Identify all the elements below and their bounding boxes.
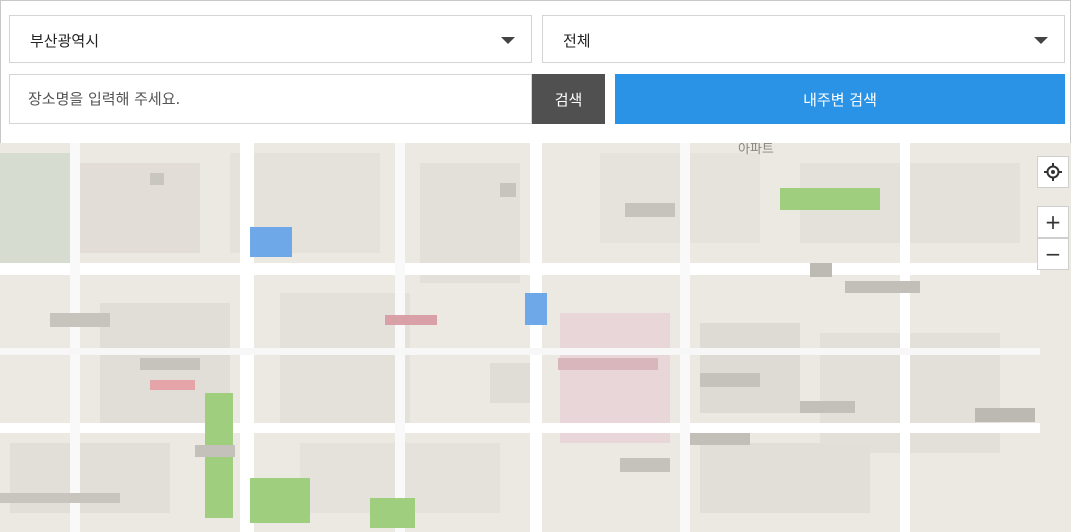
nearby-search-button[interactable]: 내주변 검색 [615, 74, 1065, 124]
map-view[interactable]: 아파트 [0, 143, 1071, 532]
zoom-out-button[interactable]: − [1037, 238, 1069, 270]
zoom-in-button[interactable]: + [1037, 206, 1069, 238]
district-select-value: 전체 [563, 32, 591, 50]
region-select-value: 부산광역시 [30, 32, 100, 50]
chevron-down-icon [501, 37, 515, 44]
region-select[interactable]: 부산광역시 [9, 15, 532, 63]
place-search-input[interactable] [9, 74, 532, 124]
chevron-down-icon [1034, 37, 1048, 44]
district-select[interactable]: 전체 [542, 15, 1065, 63]
search-button[interactable]: 검색 [532, 74, 605, 124]
locate-button[interactable] [1037, 156, 1069, 188]
map-tiles: 아파트 [0, 143, 1071, 532]
map-label-apartment: 아파트 [738, 143, 774, 157]
crosshair-icon [1044, 163, 1062, 181]
